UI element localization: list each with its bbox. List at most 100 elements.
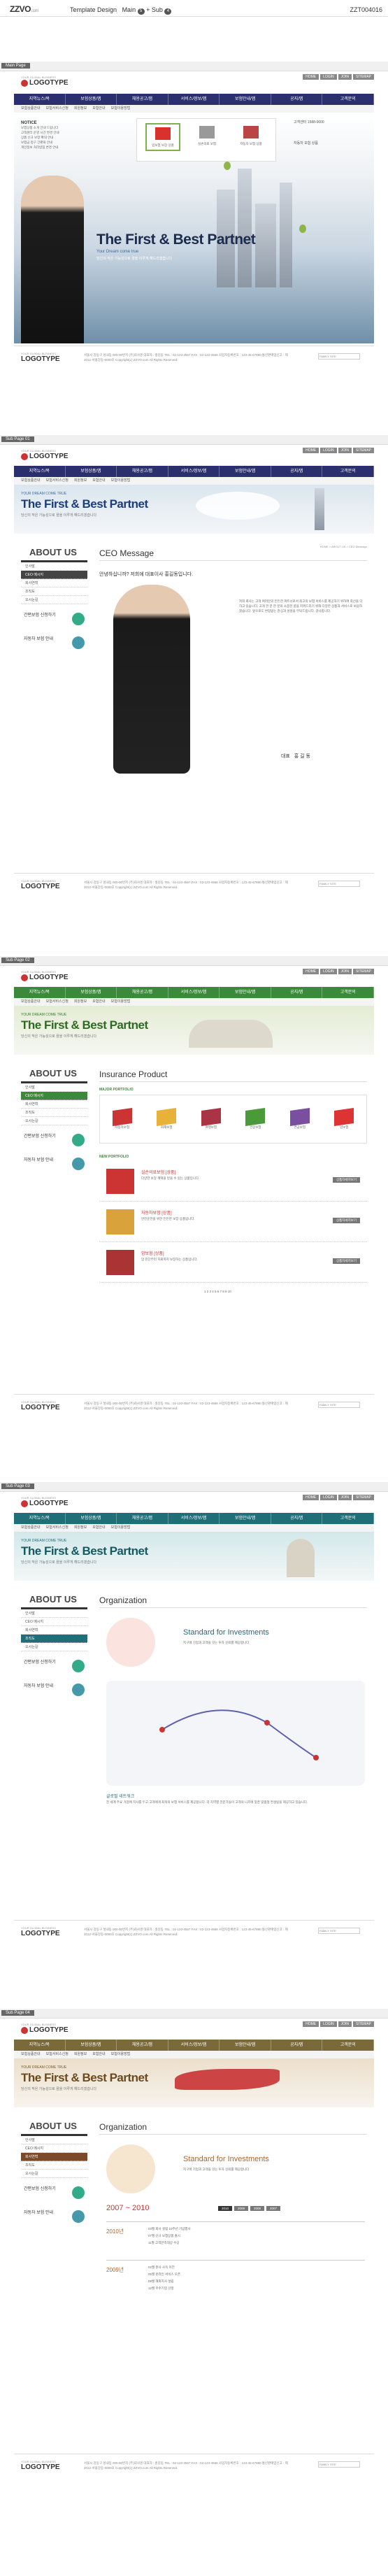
main-nav[interactable]: 지역뉴스/목 보험상품/맵 채용공고/맵 서비스/정보/맵 보험안내/맵 공지/맵 고객문의 bbox=[14, 94, 375, 105]
main-nav[interactable]: 지역뉴스/목 보험상품/맵 채용공고/맵 서비스/정보/맵 보험안내/맵 공지/맵 고객문의 bbox=[14, 987, 375, 998]
portfolio-item[interactable]: 여행보험 bbox=[201, 1107, 221, 1130]
globe-icon bbox=[72, 2210, 85, 2223]
sidebar-item[interactable]: 인사말 bbox=[21, 2136, 87, 2144]
family-site-select[interactable]: FAMILY SITE bbox=[318, 2461, 360, 2468]
main-nav[interactable]: 지역뉴스/목 보험상품/맵 채용공고/맵 서비스/정보/맵 보험안내/맵 공지/맵 고객문의 bbox=[14, 2040, 375, 2051]
sidebar-item[interactable]: 조직도 bbox=[21, 1109, 87, 1117]
product-name[interactable]: 자동차보험 [상품] bbox=[141, 1209, 172, 1216]
portfolio-item[interactable]: 암보험 bbox=[334, 1107, 354, 1130]
sub-nav[interactable]: 보험상품안내 보험서비스신청 회원정보 보험안내 보험이용방법 bbox=[14, 998, 374, 1006]
product-thumb[interactable] bbox=[106, 1169, 134, 1194]
sidebar-banner[interactable]: 간편보험 신청하기 bbox=[21, 611, 87, 628]
portfolio-item[interactable]: 자동차보험 bbox=[112, 1107, 132, 1130]
sidebar: ABOUT US 인사말 CEO 메시지 회사연혁 조직도 오시는길 간편보험 … bbox=[21, 1590, 87, 1699]
brand-logo[interactable]: ZZVO.com bbox=[10, 4, 39, 14]
site-logo[interactable]: YOUR GLOBAL BUSINESS LOGOTYPE bbox=[21, 970, 69, 982]
product-card[interactable]: 암보험 보장 상품 bbox=[145, 123, 180, 151]
family-site-select[interactable]: FAMILY SITE bbox=[318, 353, 360, 360]
product-thumb[interactable] bbox=[106, 1250, 134, 1275]
history-row: 07월 신규 보험상품 출시 bbox=[148, 2234, 181, 2237]
portfolio-item[interactable]: 연금보험 bbox=[289, 1107, 310, 1130]
sidebar-item[interactable]: 오시는길 bbox=[21, 596, 87, 604]
sidebar-item[interactable]: 조직도 bbox=[21, 588, 87, 596]
sidebar-title: ABOUT US bbox=[21, 1590, 87, 1609]
notice-item[interactable]: 보험상품 소개 안내 드립니다 bbox=[21, 125, 119, 130]
sidebar-item[interactable]: CEO 메시지 bbox=[21, 2144, 87, 2153]
util-links[interactable]: HOME LOGIN JOIN SITEMAP bbox=[301, 448, 374, 453]
detail-button[interactable]: 상품자세히보기 bbox=[333, 1258, 360, 1264]
sidebar-item[interactable]: 인사말 bbox=[21, 562, 87, 571]
site-logo[interactable]: YOUR GLOBAL BUSINESS LOGOTYPE bbox=[21, 2023, 69, 2035]
main-nav[interactable]: 지역뉴스/목 보험상품/맵 채용공고/맵 서비스/정보/맵 보험안내/맵 공지/맵 고객문의 bbox=[14, 466, 375, 477]
tab-2009[interactable]: 2009 bbox=[234, 2206, 249, 2211]
detail-button[interactable]: 상품자세히보기 bbox=[333, 1218, 360, 1223]
main-nav[interactable]: 지역뉴스/목 보험상품/맵 채용공고/맵 서비스/정보/맵 보험안내/맵 공지/맵 고객문의 bbox=[14, 1513, 375, 1524]
product-card[interactable]: 자동차 보험 상품 bbox=[233, 123, 268, 151]
sidebar-item[interactable]: 회사연혁 bbox=[21, 579, 87, 588]
sub-nav[interactable]: 보험상품안내 보험서비스신청 회원정보 보험안내 보험이용방법 bbox=[14, 477, 374, 485]
tab-2010[interactable]: 2010 bbox=[218, 2206, 233, 2211]
section-subtext: 지구에 기업과 고객을 잇는 투자 신뢰를 제공합니다 bbox=[183, 2168, 250, 2171]
util-links[interactable]: HOME LOGIN JOIN SITEMAP bbox=[301, 74, 374, 80]
side-banner[interactable]: 자동차 보험 상품 bbox=[294, 141, 364, 157]
sidebar-item-active[interactable]: 회사연혁 bbox=[21, 2153, 87, 2161]
tab-2008[interactable]: 2008 bbox=[250, 2206, 265, 2211]
sidebar-banner[interactable]: 자동차 보험 안내 bbox=[21, 635, 87, 652]
portfolio-item[interactable]: 건강보험 bbox=[245, 1107, 266, 1130]
sidebar-banner[interactable]: 간편보험 신청하기 bbox=[21, 1132, 87, 1149]
notice-item[interactable]: 보험금 청구 간편화 안내 bbox=[21, 140, 119, 145]
sidebar-banner[interactable]: 간편보험 신청하기 bbox=[21, 2185, 87, 2202]
opera-house-image bbox=[189, 1020, 273, 1048]
sidebar-item[interactable]: 오시는길 bbox=[21, 2170, 87, 2178]
product-thumb[interactable] bbox=[106, 1209, 134, 1234]
sidebar-banner[interactable]: 간편보험 신청하기 bbox=[21, 1658, 87, 1675]
site-logo[interactable]: YOUR GLOBAL BUSINESS LOGOTYPE bbox=[21, 449, 69, 461]
product-row: 암보험 [상품] 암 진단부터 치료까지 보장하는 상품입니다. 상품자세히보기 bbox=[99, 1244, 367, 1283]
notice-item[interactable]: 고객센터 운영 시간 변경 안내 bbox=[21, 130, 119, 135]
notice-item[interactable]: 개인정보 처리방침 변경 안내 bbox=[21, 145, 119, 150]
sub-nav[interactable]: 보험상품안내 보험서비스신청 회원정보 보험안내 보험이용방법 bbox=[14, 2051, 374, 2058]
util-links[interactable]: HOME LOGIN JOIN SITEMAP bbox=[301, 1495, 374, 1500]
product-card[interactable]: 실손의료 보험 bbox=[189, 123, 224, 151]
sidebar-item[interactable]: 오시는길 bbox=[21, 1643, 87, 1651]
sidebar-banner[interactable]: 자동차 보험 안내 bbox=[21, 2209, 87, 2226]
balloon-icon bbox=[224, 162, 231, 170]
sidebar-item[interactable]: 조직도 bbox=[21, 2161, 87, 2170]
sidebar-item[interactable]: 회사연혁 bbox=[21, 1100, 87, 1109]
product-desc: 다양한 보장 혜택을 받을 수 있는 상품입니다. bbox=[141, 1176, 200, 1180]
portfolio-item[interactable]: 화재보험 bbox=[157, 1107, 177, 1130]
footer-text: 서울시 강동구 성내동 000-00번지 (주)회사명 대표자 : 홍길동 TE… bbox=[84, 881, 288, 889]
sidebar-item[interactable]: 회사연혁 bbox=[21, 1626, 87, 1635]
sidebar-item-active[interactable]: CEO 메시지 bbox=[21, 1092, 87, 1100]
notice-item[interactable]: 상품 신규 보장 확대 안내 bbox=[21, 135, 119, 140]
tab-2007[interactable]: 2007 bbox=[266, 2206, 281, 2211]
product-desc: 안전운전을 위한 든든한 보장 상품입니다. bbox=[141, 1217, 195, 1221]
util-links[interactable]: HOME LOGIN JOIN SITEMAP bbox=[301, 2021, 374, 2027]
sub-nav[interactable]: 보험상품안내 보험서비스신청 회원정보 보험안내 보험이용방법 bbox=[14, 1524, 374, 1532]
detail-button[interactable]: 상품자세히보기 bbox=[333, 1177, 360, 1183]
util-links[interactable]: HOME LOGIN JOIN SITEMAP bbox=[301, 969, 374, 974]
product-name[interactable]: 암보험 [상품] bbox=[141, 1250, 164, 1256]
sidebar-item[interactable]: 인사말 bbox=[21, 1083, 87, 1092]
family-site-select[interactable]: FAMILY SITE bbox=[318, 1928, 360, 1934]
sidebar-item[interactable]: 인사말 bbox=[21, 1609, 87, 1618]
site-logo[interactable]: YOUR GLOBAL BUSINESS LOGOTYPE bbox=[21, 1496, 69, 1508]
sub-page-1: YOUR GLOBAL BUSINESS LOGOTYPE HOME LOGIN JO… bbox=[14, 445, 375, 899]
sub-page-2: YOUR GLOBAL BUSINESS LOGOTYPE HOME LOGIN JO… bbox=[14, 966, 375, 1421]
section-label-sub1: Sub Page 01 bbox=[0, 435, 388, 445]
family-site-select[interactable]: FAMILY SITE bbox=[318, 881, 360, 887]
sub-nav[interactable]: 보험상품안내 보험서비스신청 회원정보 보험안내 보험이용방법 bbox=[14, 105, 374, 113]
sidebar-item[interactable]: 오시는길 bbox=[21, 1117, 87, 1125]
hero-headline: The First & Best Partnet bbox=[21, 1544, 148, 1558]
footer-text: 서울시 강동구 성내동 000-00번지 (주)회사명 대표자 : 홍길동 TE… bbox=[84, 1928, 288, 1936]
sidebar-item-active[interactable]: 조직도 bbox=[21, 1635, 87, 1643]
pagination[interactable]: 1 2 3 4 5 6 7 8 9 10 bbox=[204, 1289, 231, 1294]
product-name[interactable]: 실손의료보험 [상품] bbox=[141, 1169, 175, 1175]
site-logo[interactable]: YOUR GLOBAL BUSINESS LOGOTYPE bbox=[21, 76, 69, 87]
sidebar-item[interactable]: CEO 메시지 bbox=[21, 1618, 87, 1626]
sidebar-banner[interactable]: 자동차 보험 안내 bbox=[21, 1156, 87, 1173]
family-site-select[interactable]: FAMILY SITE bbox=[318, 1402, 360, 1408]
call-center-box[interactable]: 고객센터 1588-0000 bbox=[294, 120, 364, 136]
sidebar-item-active[interactable]: CEO 메시지 bbox=[21, 571, 87, 579]
sidebar-banner[interactable]: 자동차 보험 안내 bbox=[21, 1682, 87, 1699]
